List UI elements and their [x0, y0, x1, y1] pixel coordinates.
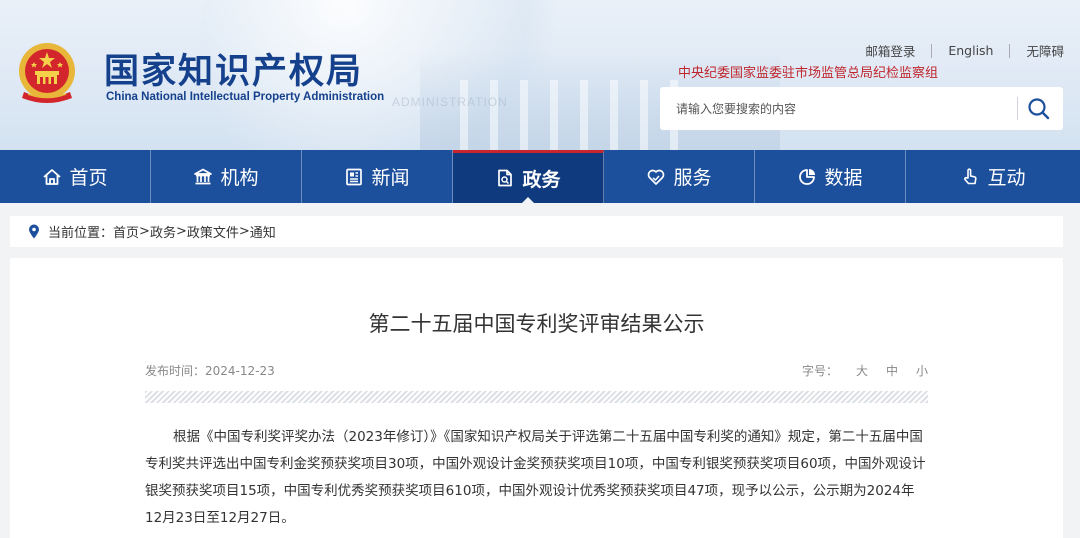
article-body: 根据《中国专利奖评奖办法（2023年修订）》《国家知识产权局关于评选第二十五届中… — [145, 424, 929, 532]
breadcrumb: 当前位置： 首页 > 政务 > 政策文件 > 通知 — [10, 216, 1063, 247]
breadcrumb-separator: > — [139, 224, 150, 239]
nav-item-label: 服务 — [673, 167, 712, 189]
breadcrumb-government-affairs[interactable]: 政务 — [150, 222, 176, 241]
nav-item-institution[interactable]: 机构 — [151, 150, 302, 203]
breadcrumb-notice[interactable]: 通知 — [250, 222, 276, 241]
accessibility-link[interactable]: 无障碍 — [1010, 41, 1064, 60]
font-size-label: 字号： — [801, 364, 838, 378]
main-nav: 首页 机构 新闻 政务 服务 数据 互动 — [0, 150, 1080, 204]
nav-item-data[interactable]: 数据 — [755, 150, 906, 203]
site-logo-english[interactable]: China National Intellectual Property Adm… — [106, 91, 384, 103]
nav-item-interaction[interactable]: 互动 — [906, 150, 1080, 203]
hatched-divider — [145, 391, 928, 403]
nav-item-services[interactable]: 服务 — [604, 150, 755, 203]
header-watermark-text: ADMINISTRATION — [392, 95, 508, 109]
article-paragraph: 根据《中国专利奖评奖办法（2023年修订）》《国家知识产权局关于评选第二十五届中… — [145, 424, 929, 532]
publish-date-value: 2024-12-23 — [205, 364, 275, 378]
nav-item-home[interactable]: 首页 — [0, 150, 151, 203]
search-icon[interactable] — [1025, 95, 1053, 123]
home-icon — [43, 168, 62, 185]
national-emblem-icon[interactable] — [16, 40, 78, 106]
nav-item-label: 首页 — [69, 167, 108, 189]
nav-item-government-affairs[interactable]: 政务 — [453, 150, 604, 204]
font-size-large-button[interactable]: 大 — [856, 362, 868, 379]
service-heart-icon — [648, 169, 665, 185]
news-icon — [346, 168, 363, 185]
font-size-controls: 字号： 大 中 小 — [802, 362, 928, 379]
breadcrumb-separator: > — [175, 224, 187, 239]
search-input[interactable] — [660, 87, 1016, 130]
font-size-medium-button[interactable]: 中 — [886, 362, 898, 379]
hand-pointer-icon — [964, 167, 978, 184]
breadcrumb-home[interactable]: 首页 — [113, 222, 139, 241]
site-header: 国家知识产权局 China National Intellectual Prop… — [0, 0, 1080, 150]
institution-icon — [194, 168, 213, 184]
nav-item-label: 政务 — [522, 168, 561, 191]
nav-item-label: 数据 — [824, 167, 863, 189]
publish-date-label: 发布时间： — [145, 364, 206, 378]
breadcrumb-prefix: 当前位置： — [48, 226, 114, 241]
nav-item-news[interactable]: 新闻 — [302, 150, 453, 203]
search-box — [660, 87, 1063, 130]
breadcrumb-policy-documents[interactable]: 政策文件 — [187, 222, 239, 241]
search-divider — [1017, 97, 1018, 120]
document-icon — [498, 169, 513, 187]
nav-item-label: 机构 — [220, 167, 259, 189]
location-pin-icon — [29, 224, 39, 239]
top-links: 邮箱登录 English 无障碍 — [849, 41, 1064, 60]
font-size-small-button[interactable]: 小 — [916, 362, 928, 379]
discipline-inspection-link[interactable]: 中央纪委国家监委驻市场监管总局纪检监察组 — [678, 62, 938, 81]
mail-login-link[interactable]: 邮箱登录 — [849, 41, 931, 60]
article-panel: 第二十五届中国专利奖评审结果公示 发布时间：2024-12-23 字号： 大 中… — [10, 258, 1063, 538]
english-link[interactable]: English — [932, 43, 1009, 58]
site-logo-chinese[interactable]: 国家知识产权局 — [104, 43, 363, 94]
nav-item-label: 新闻 — [371, 167, 410, 189]
breadcrumb-separator: > — [238, 224, 250, 239]
article-title: 第二十五届中国专利奖评审结果公示 — [368, 312, 705, 336]
nav-item-label: 互动 — [987, 167, 1026, 189]
article-paragraph-text: 根据《中国专利奖评奖办法（2023年修订）》《国家知识产权局关于评选第二十五届中… — [145, 429, 926, 526]
publish-date: 发布时间：2024-12-23 — [145, 362, 275, 379]
pie-chart-icon — [799, 168, 816, 185]
